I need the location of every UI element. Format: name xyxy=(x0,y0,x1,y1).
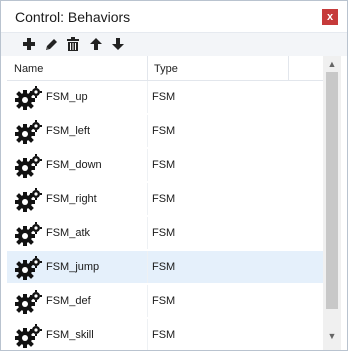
list-item-fsm-left[interactable]: FSM_left FSM xyxy=(7,115,323,147)
scroll-up-arrow-icon[interactable]: ▲ xyxy=(323,56,341,72)
behavior-type: FSM xyxy=(152,193,176,205)
list-header: Name Type xyxy=(7,56,323,81)
column-divider xyxy=(147,81,148,113)
list-item-fsm-down[interactable]: FSM_down FSM xyxy=(7,149,323,181)
behavior-name: FSM_def xyxy=(46,295,91,307)
vertical-scrollbar[interactable]: ▲ ▼ xyxy=(323,56,341,350)
behavior-type: FSM xyxy=(152,227,176,239)
list-item-fsm-right[interactable]: FSM_right FSM xyxy=(7,183,323,215)
behavior-type: FSM xyxy=(152,159,176,171)
list-item-fsm-def[interactable]: FSM_def FSM xyxy=(7,285,323,317)
behaviors-window: Control: Behaviors x Name Type FSM_up FS… xyxy=(0,0,348,351)
window-title: Control: Behaviors xyxy=(15,9,131,25)
behavior-name: FSM_skill xyxy=(46,329,94,341)
behavior-type: FSM xyxy=(152,261,176,273)
column-divider xyxy=(147,319,148,350)
scrollbar-thumb[interactable] xyxy=(326,72,338,309)
title-bar[interactable]: Control: Behaviors x xyxy=(1,1,347,32)
behaviors-list: Name Type FSM_up FSM FSM_left FSM FSM_do… xyxy=(1,56,347,350)
behavior-name: FSM_atk xyxy=(46,227,91,239)
close-button[interactable]: x xyxy=(322,9,338,25)
gear-icon xyxy=(15,154,42,178)
gear-icon xyxy=(15,188,42,212)
move-down-button[interactable] xyxy=(109,36,127,52)
column-header-name[interactable]: Name xyxy=(14,63,43,75)
move-up-button[interactable] xyxy=(87,36,105,52)
column-divider xyxy=(147,115,148,147)
behavior-name: FSM_down xyxy=(46,159,102,171)
gear-icon xyxy=(15,120,42,144)
edit-button[interactable] xyxy=(42,36,60,52)
column-divider xyxy=(147,183,148,215)
trash-icon xyxy=(67,37,79,51)
behavior-name: FSM_jump xyxy=(46,261,100,273)
column-header-type[interactable]: Type xyxy=(154,63,178,75)
behavior-name: FSM_left xyxy=(46,125,91,137)
column-divider xyxy=(147,285,148,317)
arrow-down-icon xyxy=(112,38,124,50)
scroll-down-arrow-icon[interactable]: ▼ xyxy=(323,328,341,344)
list-item-fsm-skill[interactable]: FSM_skill FSM xyxy=(7,319,323,350)
behavior-name: FSM_up xyxy=(46,91,88,103)
behavior-name: FSM_right xyxy=(46,193,97,205)
behavior-type: FSM xyxy=(152,295,176,307)
column-divider xyxy=(147,149,148,181)
add-button[interactable] xyxy=(20,36,38,52)
toolbar xyxy=(1,32,347,57)
behavior-type: FSM xyxy=(152,91,176,103)
column-divider[interactable] xyxy=(147,56,148,80)
list-item-fsm-atk[interactable]: FSM_atk FSM xyxy=(7,217,323,249)
behavior-type: FSM xyxy=(152,125,176,137)
list-item-fsm-up[interactable]: FSM_up FSM xyxy=(7,81,323,113)
column-divider xyxy=(147,217,148,249)
gear-icon xyxy=(15,222,42,246)
list-rows: FSM_up FSM FSM_left FSM FSM_down FSM FSM… xyxy=(7,81,323,350)
arrow-up-icon xyxy=(90,38,102,50)
gear-icon xyxy=(15,324,42,348)
pencil-icon xyxy=(46,39,57,50)
column-divider xyxy=(147,251,148,283)
gear-icon xyxy=(15,86,42,110)
column-divider[interactable] xyxy=(288,56,289,80)
list-item-fsm-jump[interactable]: FSM_jump FSM xyxy=(7,251,323,283)
behavior-type: FSM xyxy=(152,329,176,341)
gear-icon xyxy=(15,290,42,314)
gear-icon xyxy=(15,256,42,280)
delete-button[interactable] xyxy=(64,36,82,52)
plus-icon xyxy=(23,38,35,50)
